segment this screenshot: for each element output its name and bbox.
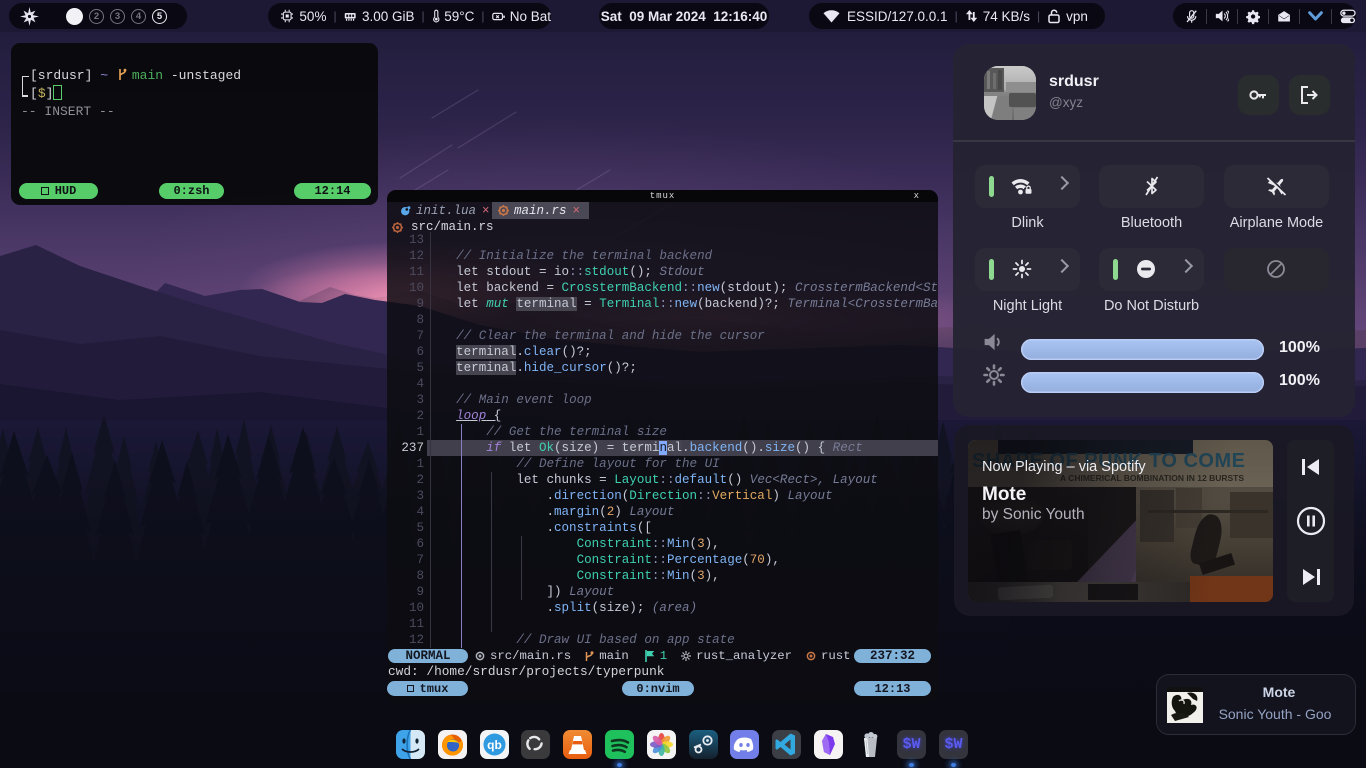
svg-text:qb: qb — [487, 738, 502, 752]
